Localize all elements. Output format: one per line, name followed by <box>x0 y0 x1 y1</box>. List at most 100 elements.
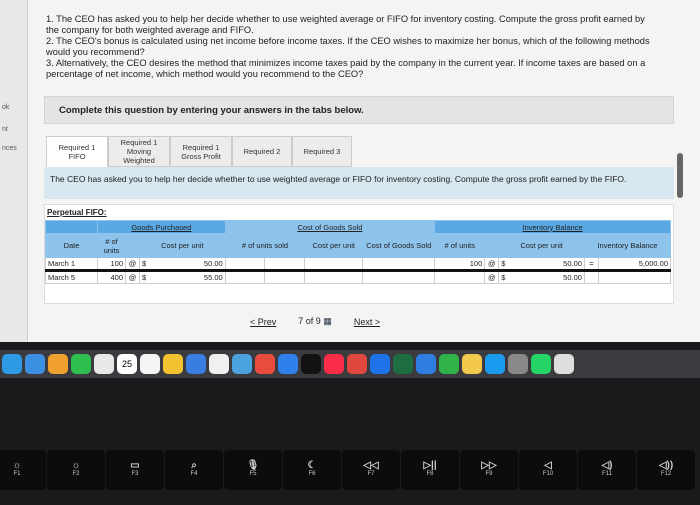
key-label: F1 <box>13 471 21 477</box>
sidebar-fragment[interactable]: ok <box>2 104 9 111</box>
header-inv-units: # of units <box>434 233 486 258</box>
key-f6[interactable]: ☾ F6 <box>283 450 341 490</box>
key-label: F6 <box>308 471 316 477</box>
instructions-banner: Complete this question by entering your … <box>44 96 674 124</box>
scrollbar[interactable] <box>677 153 683 198</box>
dock-app-icon[interactable] <box>186 354 206 374</box>
cogs-cost-input[interactable] <box>304 270 364 284</box>
dock-app-icon[interactable] <box>94 354 114 374</box>
dock-app-icon[interactable] <box>255 354 275 374</box>
inv-balance-input[interactable]: 5,000.00 <box>597 257 672 272</box>
dock-app-icon[interactable] <box>554 354 574 374</box>
dock-app-icon[interactable] <box>370 354 390 374</box>
header-inv-cost-per-unit: Cost per unit <box>498 233 585 258</box>
question-item: 2. The CEO's bonus is calculated using n… <box>46 36 650 57</box>
dock-app-icon[interactable]: 25 <box>117 354 137 374</box>
key-label: F11 <box>602 471 612 477</box>
dock-app-icon[interactable] <box>485 354 505 374</box>
tab-required-2[interactable]: Required 2 <box>232 136 292 167</box>
date-cell: March 5 <box>45 270 98 284</box>
key-label: F5 <box>249 471 257 477</box>
header-cogs-cost-per-unit: Cost per unit <box>304 233 364 258</box>
dock-app-icon[interactable] <box>209 354 229 374</box>
tab-bar: Required 1 FIFO Required 1 Moving Weight… <box>46 136 352 167</box>
key-f11[interactable]: ◁) F11 <box>578 450 636 490</box>
units-sold-input[interactable] <box>224 270 266 284</box>
dock-app-icon[interactable] <box>531 354 551 374</box>
header-blank <box>45 220 98 234</box>
dock-app-icon[interactable] <box>324 354 344 374</box>
prev-button[interactable]: < Prev <box>250 317 276 327</box>
header-units: # of units <box>97 233 126 258</box>
key-label: F3 <box>131 471 139 477</box>
key-f2[interactable]: ☼ F2 <box>47 450 105 490</box>
inv-cost-input[interactable]: 50.00 <box>521 270 585 284</box>
dock-app-icon[interactable] <box>301 354 321 374</box>
key-label: F8 <box>426 471 434 477</box>
key-label: F10 <box>542 471 554 477</box>
dock-app-icon[interactable] <box>347 354 367 374</box>
key-f5[interactable]: 🎙 F5 <box>224 450 282 490</box>
dock-app-icon[interactable] <box>48 354 68 374</box>
dock-app-icon[interactable] <box>278 354 298 374</box>
page-position[interactable]: 7 of 9 ▦ <box>298 316 332 327</box>
cogs-input[interactable] <box>362 270 436 284</box>
cogs-cost-input[interactable] <box>304 257 364 272</box>
key-label: F4 <box>190 471 198 477</box>
units-sold-input[interactable] <box>224 257 266 272</box>
key-icon: ☾ <box>307 460 317 471</box>
tab-required-1-gross-profit[interactable]: Required 1 Gross Profit <box>170 136 232 167</box>
inv-cost-input[interactable]: 50.00 <box>521 257 585 272</box>
key-icon: 🎙 <box>246 460 260 471</box>
dock-app-icon[interactable] <box>140 354 160 374</box>
key-label: F9 <box>485 471 493 477</box>
key-icon: ▷▷ <box>481 460 497 471</box>
dock-app-icon[interactable] <box>163 354 183 374</box>
dock: 25 <box>0 350 700 378</box>
dock-app-icon[interactable] <box>71 354 91 374</box>
tab-required-3[interactable]: Required 3 <box>292 136 352 167</box>
units-input[interactable]: 400 <box>97 270 126 284</box>
key-f12[interactable]: ◁)) F12 <box>637 450 695 490</box>
cost-input[interactable]: 55.00 <box>162 270 226 284</box>
header-cost-per-unit: Cost per unit <box>139 233 226 258</box>
table-title: Perpetual FIFO: <box>47 208 107 217</box>
key-f4[interactable]: ⌕ F4 <box>165 450 223 490</box>
key-f9[interactable]: ▷▷ F9 <box>460 450 518 490</box>
inv-units-input[interactable]: 100 <box>434 257 486 272</box>
dock-app-icon[interactable] <box>416 354 436 374</box>
dock-app-icon[interactable] <box>393 354 413 374</box>
key-label: F7 <box>367 471 375 477</box>
key-f3[interactable]: ▭ F3 <box>106 450 164 490</box>
dock-app-icon[interactable] <box>508 354 528 374</box>
table-row: March 1 100 @ $ 50.00 100 @ $ 50.00 = 5,… <box>45 257 672 272</box>
dock-app-icon[interactable] <box>2 354 22 374</box>
units-input[interactable]: 100 <box>97 257 126 272</box>
sidebar-fragment[interactable]: nt <box>2 126 8 133</box>
tab-required-1-fifo[interactable]: Required 1 FIFO <box>46 136 108 167</box>
key-icon: ◁ <box>544 460 552 471</box>
inv-units-input[interactable] <box>434 270 486 284</box>
dock-app-icon[interactable] <box>25 354 45 374</box>
key-f10[interactable]: ◁ F10 <box>519 450 577 490</box>
cogs-input[interactable] <box>362 257 436 272</box>
key-icon: ◁)) <box>658 460 674 471</box>
header-inventory-balance: Inventory Balance <box>583 233 672 258</box>
sidebar-fragment[interactable]: nces <box>2 145 17 152</box>
key-f8[interactable]: ▷|| F8 <box>401 450 459 490</box>
perpetual-fifo-table: Goods Purchased Cost of Goods Sold Inven… <box>45 220 672 284</box>
dock-app-icon[interactable] <box>439 354 459 374</box>
key-f1[interactable]: ☼ F1 <box>0 450 46 490</box>
next-button[interactable]: Next > <box>354 317 380 327</box>
key-icon: ☼ <box>12 460 22 471</box>
group-inventory-balance: Inventory Balance <box>434 220 671 234</box>
dock-app-icon[interactable] <box>462 354 482 374</box>
key-icon: ◁◁ <box>363 460 379 471</box>
cost-input[interactable]: 50.00 <box>162 257 226 272</box>
grid-icon: ▦ <box>323 316 332 326</box>
info-box: The CEO has asked you to help her decide… <box>44 167 674 199</box>
tab-required-1-moving-weighted[interactable]: Required 1 Moving Weighted <box>108 136 170 167</box>
dock-app-icon[interactable] <box>232 354 252 374</box>
key-f7[interactable]: ◁◁ F7 <box>342 450 400 490</box>
inv-balance-input[interactable] <box>597 270 672 284</box>
